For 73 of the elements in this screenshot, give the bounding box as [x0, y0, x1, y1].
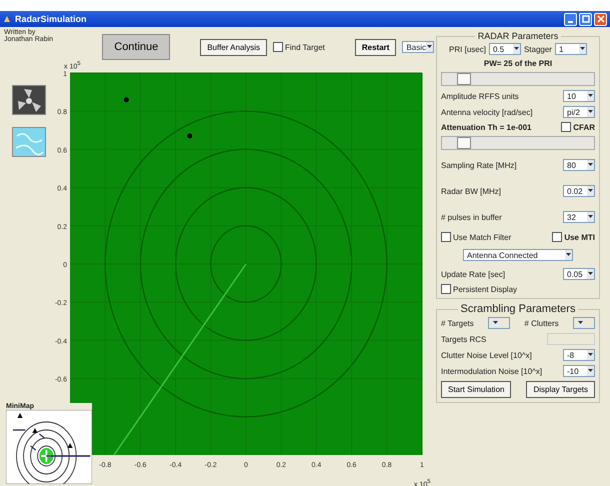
checkbox-label: CFAR — [573, 122, 595, 132]
caret-icon — [576, 318, 584, 328]
value-dropdown[interactable]: 32 — [563, 211, 595, 223]
field-label: Sampling Rate [MHz] — [441, 160, 517, 170]
close-button[interactable] — [594, 12, 607, 26]
map-icon[interactable] — [12, 127, 46, 157]
continue-button[interactable]: Continue — [102, 34, 170, 60]
targets-dropdown[interactable] — [488, 317, 510, 329]
action-button[interactable]: Display Targets — [526, 381, 595, 398]
field-label: PRI [usec] — [449, 44, 486, 54]
caret-icon — [578, 44, 586, 54]
checkbox[interactable] — [552, 232, 562, 242]
fan-icon[interactable] — [12, 85, 46, 115]
stagger-dropdown[interactable]: 1 — [554, 43, 587, 55]
clutters-dropdown[interactable] — [572, 317, 595, 329]
pri-dropdown[interactable]: 0.5 — [488, 43, 521, 55]
checkbox[interactable] — [441, 232, 451, 242]
checkbox[interactable] — [441, 284, 451, 294]
maximize-button[interactable] — [579, 12, 592, 26]
value-dropdown[interactable]: 80 — [563, 159, 595, 171]
close-icon — [596, 15, 604, 23]
antenna-dropdown[interactable]: Antenna Connected — [463, 249, 573, 261]
value-dropdown[interactable]: 0.05 — [563, 268, 595, 280]
value-dropdown[interactable]: -8 — [563, 349, 595, 361]
field-label: Amplitude RFFS units — [441, 92, 519, 100]
caret-icon — [565, 250, 572, 260]
field-label: # Clutters — [524, 318, 559, 328]
field-label: Targets RCS — [441, 334, 486, 344]
restart-button[interactable]: Restart — [354, 38, 396, 56]
app-icon — [3, 15, 11, 23]
attenuation-slider[interactable] — [441, 136, 595, 150]
slider-label: Attenuation Th = 1e-001 — [441, 122, 532, 132]
field-label: Intermodulation Noise [10^x] — [441, 366, 542, 376]
caret-icon — [587, 186, 594, 196]
value-dropdown[interactable]: pi/2 — [563, 106, 595, 118]
checkbox[interactable] — [272, 42, 283, 52]
field-label: Stagger — [524, 44, 552, 54]
field-label: Update Rate [sec] — [441, 270, 506, 278]
caret-icon — [512, 44, 520, 54]
slider-thumb[interactable] — [457, 73, 472, 85]
minimize-button[interactable] — [564, 12, 577, 26]
slider-thumb[interactable] — [457, 137, 472, 149]
checkbox-label: Find Target — [284, 42, 325, 52]
field-label: # pulses in buffer — [441, 212, 502, 222]
field-label: Clutter Noise Level [10^x] — [441, 350, 532, 360]
window-title: RadarSimulation — [15, 14, 87, 24]
value-dropdown[interactable]: 0.02 — [563, 185, 595, 197]
action-button[interactable]: Start Simulation — [441, 381, 512, 398]
caret-icon — [587, 160, 594, 170]
field-label: Antenna velocity [rad/sec] — [441, 108, 533, 116]
value-dropdown[interactable]: 10 — [563, 90, 595, 102]
group-title: Scrambling Parameters — [460, 303, 576, 315]
checkbox[interactable] — [561, 122, 572, 132]
value-dropdown[interactable]: -10 — [563, 365, 595, 377]
caret-icon — [492, 318, 500, 328]
caret-icon — [587, 269, 594, 279]
caret-icon — [587, 107, 594, 117]
caret-icon — [587, 212, 594, 222]
checkbox-label: Use Match Filter — [453, 232, 512, 242]
field-label: # Targets — [441, 318, 474, 328]
caret-icon — [587, 91, 594, 101]
field-label: Radar BW [MHz] — [441, 186, 502, 196]
slider-label: PW= 25 of the PRI — [482, 59, 554, 68]
checkbox-label: Use MTI — [564, 232, 595, 242]
pw-slider[interactable] — [441, 72, 595, 86]
buffer-analysis-button[interactable]: Buffer Analysis — [200, 38, 267, 56]
mode-dropdown[interactable]: Basic — [402, 41, 434, 53]
group-title: RADAR Parameters — [476, 31, 560, 41]
caret-icon — [587, 366, 594, 376]
caret-icon — [587, 350, 594, 360]
maximize-icon — [582, 15, 590, 23]
caret-icon — [426, 42, 433, 52]
checkbox-label: Persistent Display — [453, 284, 518, 294]
